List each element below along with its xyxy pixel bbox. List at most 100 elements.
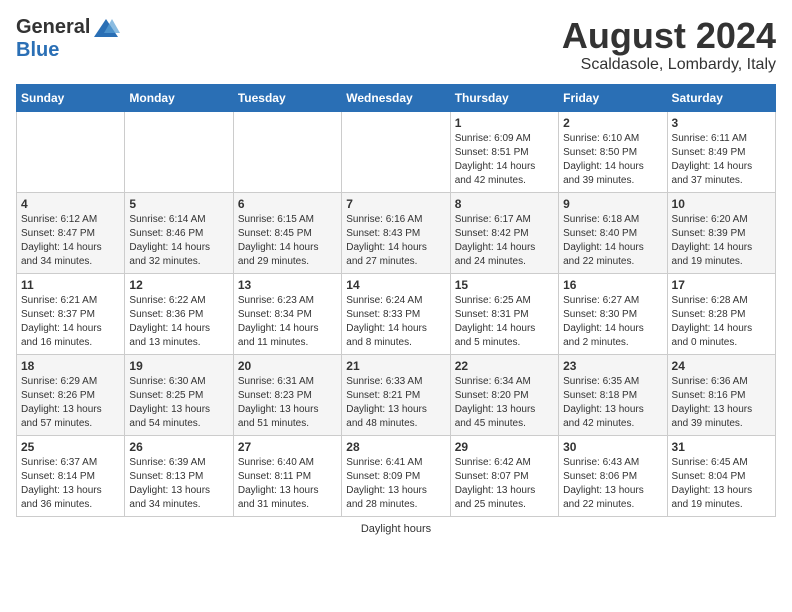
- calendar-table: Sunday Monday Tuesday Wednesday Thursday…: [16, 84, 776, 517]
- day-number: 22: [455, 359, 554, 373]
- day-info: Sunrise: 6:21 AM Sunset: 8:37 PM Dayligh…: [21, 294, 120, 350]
- col-monday: Monday: [125, 84, 233, 111]
- table-row: 26 Sunrise: 6:39 AM Sunset: 8:13 PM Dayli…: [125, 435, 233, 516]
- day-info: Sunrise: 6:36 AM Sunset: 8:16 PM Dayligh…: [672, 375, 771, 431]
- day-number: 18: [21, 359, 120, 373]
- day-info: Sunrise: 6:42 AM Sunset: 8:07 PM Dayligh…: [455, 456, 554, 512]
- table-row: 11 Sunrise: 6:21 AM Sunset: 8:37 PM Dayli…: [17, 273, 125, 354]
- day-info: Sunrise: 6:35 AM Sunset: 8:18 PM Dayligh…: [563, 375, 662, 431]
- calendar-header-row: Sunday Monday Tuesday Wednesday Thursday…: [17, 84, 776, 111]
- day-info: Sunrise: 6:28 AM Sunset: 8:28 PM Dayligh…: [672, 294, 771, 350]
- day-info: Sunrise: 6:31 AM Sunset: 8:23 PM Dayligh…: [238, 375, 337, 431]
- table-row: 3 Sunrise: 6:11 AM Sunset: 8:49 PM Daylig…: [667, 111, 775, 192]
- table-row: 20Sunrise: 6:31 AM Sunset: 8:23 PM Dayli…: [233, 354, 341, 435]
- table-row: 28 Sunrise: 6:41 AM Sunset: 8:09 PM Dayli…: [342, 435, 450, 516]
- month-year-title: August 2024: [562, 16, 776, 56]
- day-info: Sunrise: 6:18 AM Sunset: 8:40 PM Dayligh…: [563, 213, 662, 269]
- day-number: 29: [455, 440, 554, 454]
- table-row: 9Sunrise: 6:18 AM Sunset: 8:40 PM Daylig…: [559, 192, 667, 273]
- day-info: Sunrise: 6:27 AM Sunset: 8:30 PM Dayligh…: [563, 294, 662, 350]
- day-info: Sunrise: 6:33 AM Sunset: 8:21 PM Dayligh…: [346, 375, 445, 431]
- table-row: 7Sunrise: 6:16 AM Sunset: 8:43 PM Daylig…: [342, 192, 450, 273]
- day-info: Sunrise: 6:22 AM Sunset: 8:36 PM Dayligh…: [129, 294, 228, 350]
- table-row: 14Sunrise: 6:24 AM Sunset: 8:33 PM Dayli…: [342, 273, 450, 354]
- day-info: Sunrise: 6:37 AM Sunset: 8:14 PM Dayligh…: [21, 456, 120, 512]
- table-row: 22 Sunrise: 6:34 AM Sunset: 8:20 PM Dayli…: [450, 354, 558, 435]
- page-header: General Blue August 2024 Scaldasole, Lom…: [16, 16, 776, 74]
- table-row: 8 Sunrise: 6:17 AM Sunset: 8:42 PM Daylig…: [450, 192, 558, 273]
- day-info: Sunrise: 6:20 AM Sunset: 8:39 PM Dayligh…: [672, 213, 771, 269]
- day-number: 21: [346, 359, 445, 373]
- day-info: Sunrise: 6:41 AM Sunset: 8:09 PM Dayligh…: [346, 456, 445, 512]
- day-info: Sunrise: 6:15 AM Sunset: 8:45 PM Dayligh…: [238, 213, 337, 269]
- day-number: 26: [129, 440, 228, 454]
- col-sunday: Sunday: [17, 84, 125, 111]
- col-friday: Friday: [559, 84, 667, 111]
- day-number: 23: [563, 359, 662, 373]
- table-row: 10 Sunrise: 6:20 AM Sunset: 8:39 PM Dayli…: [667, 192, 775, 273]
- day-number: 19: [129, 359, 228, 373]
- table-row: 21 Sunrise: 6:33 AM Sunset: 8:21 PM Dayli…: [342, 354, 450, 435]
- table-row: [17, 111, 125, 192]
- calendar-week-row: 18Sunrise: 6:29 AM Sunset: 8:26 PM Dayli…: [17, 354, 776, 435]
- day-info: Sunrise: 6:30 AM Sunset: 8:25 PM Dayligh…: [129, 375, 228, 431]
- day-info: Sunrise: 6:24 AM Sunset: 8:33 PM Dayligh…: [346, 294, 445, 350]
- table-row: 27Sunrise: 6:40 AM Sunset: 8:11 PM Dayli…: [233, 435, 341, 516]
- day-number: 15: [455, 278, 554, 292]
- table-row: 4Sunrise: 6:12 AM Sunset: 8:47 PM Daylig…: [17, 192, 125, 273]
- day-info: Sunrise: 6:11 AM Sunset: 8:49 PM Dayligh…: [672, 132, 771, 188]
- day-number: 12: [129, 278, 228, 292]
- col-saturday: Saturday: [667, 84, 775, 111]
- table-row: 1 Sunrise: 6:09 AM Sunset: 8:51 PM Daylig…: [450, 111, 558, 192]
- day-info: Sunrise: 6:17 AM Sunset: 8:42 PM Dayligh…: [455, 213, 554, 269]
- day-number: 6: [238, 197, 337, 211]
- table-row: 25Sunrise: 6:37 AM Sunset: 8:14 PM Dayli…: [17, 435, 125, 516]
- table-row: [125, 111, 233, 192]
- day-number: 3: [672, 116, 771, 130]
- day-number: 31: [672, 440, 771, 454]
- day-number: 1: [455, 116, 554, 130]
- table-row: 13Sunrise: 6:23 AM Sunset: 8:34 PM Dayli…: [233, 273, 341, 354]
- day-number: 2: [563, 116, 662, 130]
- col-tuesday: Tuesday: [233, 84, 341, 111]
- day-number: 10: [672, 197, 771, 211]
- table-row: 30 Sunrise: 6:43 AM Sunset: 8:06 PM Dayli…: [559, 435, 667, 516]
- title-block: August 2024 Scaldasole, Lombardy, Italy: [562, 16, 776, 74]
- table-row: 29 Sunrise: 6:42 AM Sunset: 8:07 PM Dayli…: [450, 435, 558, 516]
- table-row: 24 Sunrise: 6:36 AM Sunset: 8:16 PM Dayli…: [667, 354, 775, 435]
- table-row: 18Sunrise: 6:29 AM Sunset: 8:26 PM Dayli…: [17, 354, 125, 435]
- table-row: 6 Sunrise: 6:15 AM Sunset: 8:45 PM Daylig…: [233, 192, 341, 273]
- day-info: Sunrise: 6:39 AM Sunset: 8:13 PM Dayligh…: [129, 456, 228, 512]
- day-info: Sunrise: 6:25 AM Sunset: 8:31 PM Dayligh…: [455, 294, 554, 350]
- day-number: 7: [346, 197, 445, 211]
- calendar-week-row: 1 Sunrise: 6:09 AM Sunset: 8:51 PM Daylig…: [17, 111, 776, 192]
- logo-text-general: General: [16, 16, 90, 39]
- col-wednesday: Wednesday: [342, 84, 450, 111]
- day-number: 30: [563, 440, 662, 454]
- logo-icon: [92, 17, 120, 39]
- day-info: Sunrise: 6:43 AM Sunset: 8:06 PM Dayligh…: [563, 456, 662, 512]
- table-row: 17 Sunrise: 6:28 AM Sunset: 8:28 PM Dayli…: [667, 273, 775, 354]
- table-row: 16 Sunrise: 6:27 AM Sunset: 8:30 PM Dayli…: [559, 273, 667, 354]
- day-info: Sunrise: 6:40 AM Sunset: 8:11 PM Dayligh…: [238, 456, 337, 512]
- day-number: 8: [455, 197, 554, 211]
- calendar-week-row: 4Sunrise: 6:12 AM Sunset: 8:47 PM Daylig…: [17, 192, 776, 273]
- location-subtitle: Scaldasole, Lombardy, Italy: [562, 56, 776, 74]
- day-number: 17: [672, 278, 771, 292]
- day-number: 28: [346, 440, 445, 454]
- footer-note: Daylight hours: [16, 523, 776, 535]
- day-number: 4: [21, 197, 120, 211]
- table-row: 2Sunrise: 6:10 AM Sunset: 8:50 PM Daylig…: [559, 111, 667, 192]
- day-info: Sunrise: 6:34 AM Sunset: 8:20 PM Dayligh…: [455, 375, 554, 431]
- day-number: 24: [672, 359, 771, 373]
- table-row: 12 Sunrise: 6:22 AM Sunset: 8:36 PM Dayli…: [125, 273, 233, 354]
- day-number: 5: [129, 197, 228, 211]
- day-info: Sunrise: 6:09 AM Sunset: 8:51 PM Dayligh…: [455, 132, 554, 188]
- day-number: 16: [563, 278, 662, 292]
- table-row: [342, 111, 450, 192]
- table-row: 5 Sunrise: 6:14 AM Sunset: 8:46 PM Daylig…: [125, 192, 233, 273]
- day-info: Sunrise: 6:14 AM Sunset: 8:46 PM Dayligh…: [129, 213, 228, 269]
- col-thursday: Thursday: [450, 84, 558, 111]
- day-number: 11: [21, 278, 120, 292]
- table-row: [233, 111, 341, 192]
